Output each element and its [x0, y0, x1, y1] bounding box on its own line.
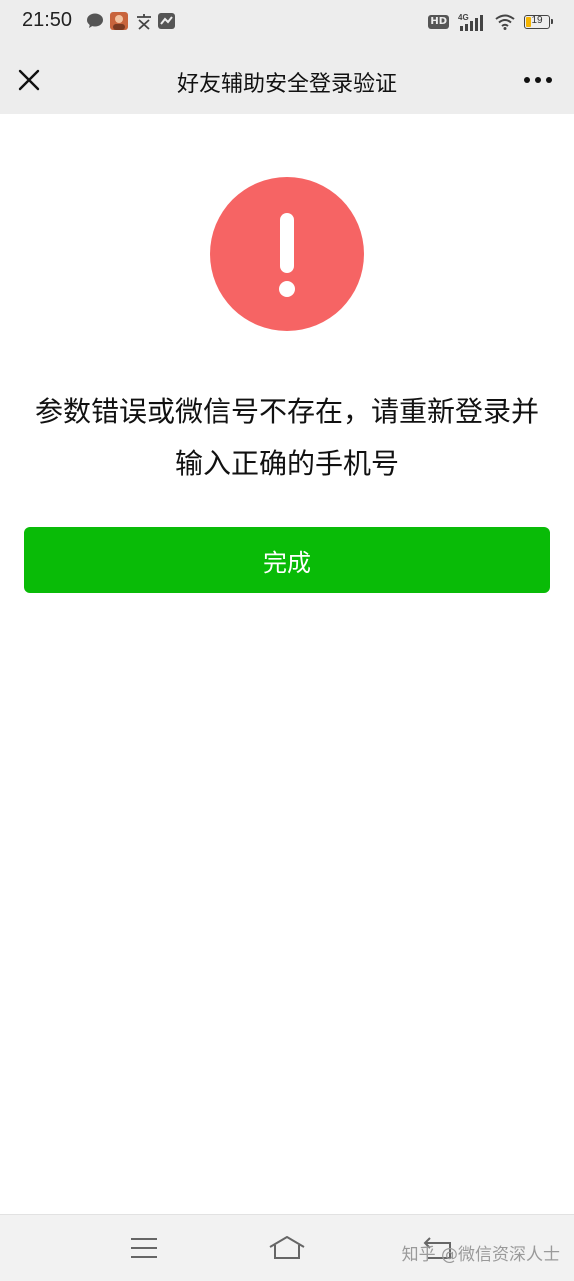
avatar-icon: [110, 12, 128, 30]
error-message: 参数错误或微信号不存在，请重新登录并输入正确的手机号: [34, 395, 539, 480]
more-icon: [524, 77, 552, 83]
nav-bar: 好友辅助安全登录验证: [0, 46, 574, 114]
warning-icon: [210, 177, 364, 331]
home-icon: [269, 1236, 305, 1259]
wifi-icon: [495, 14, 515, 30]
menu-button[interactable]: [124, 1231, 164, 1265]
menu-icon: [131, 1238, 157, 1258]
more-button[interactable]: [520, 60, 556, 100]
status-time: 21:50: [22, 9, 73, 31]
network-label: 4G: [458, 13, 469, 22]
hd-badge: HD: [428, 15, 449, 29]
message-app-icon: [158, 13, 175, 29]
home-button[interactable]: [267, 1231, 307, 1265]
battery-icon: 19: [524, 15, 553, 29]
close-button[interactable]: [14, 60, 44, 100]
done-button[interactable]: 完成: [24, 527, 550, 593]
text-icon: [137, 14, 151, 30]
battery-level: 19: [531, 15, 543, 26]
watermark: 知乎 @微信资深人士: [401, 1245, 560, 1265]
cellular-signal-icon: 4G: [458, 13, 483, 31]
status-indicators: HD 4G 19: [428, 10, 553, 34]
done-button-label: 完成: [263, 548, 311, 577]
status-bar: 21:50 HD 4G 19: [0, 0, 574, 46]
wechat-bubble-icon: [87, 13, 103, 28]
close-icon: [18, 69, 40, 91]
page-title: 好友辅助安全登录验证: [176, 72, 397, 97]
